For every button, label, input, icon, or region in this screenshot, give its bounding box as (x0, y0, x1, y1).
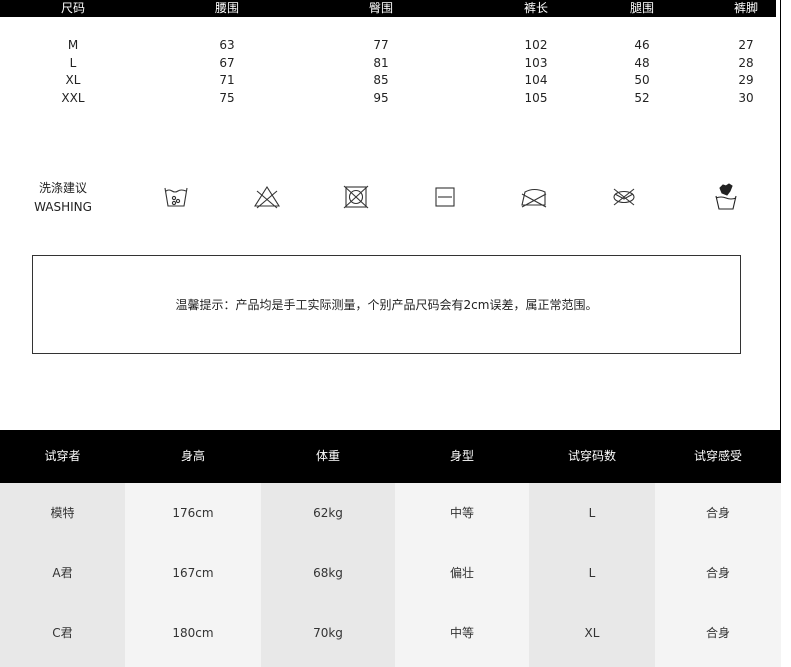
fitting-header-tester: 试穿者 (44, 449, 81, 463)
size-cell: 48 (634, 56, 650, 70)
fitting-header-height: 身高 (180, 449, 205, 463)
size-cell: 50 (634, 73, 650, 87)
size-row: M 63 77 102 46 27 (0, 37, 776, 54)
size-header-size: 尺码 (60, 1, 85, 15)
fitting-column-height: 176cm 167cm 180cm (125, 483, 261, 667)
fitting-cell: 中等 (449, 506, 474, 520)
fitting-cell: 模特 (50, 506, 75, 520)
fitting-header-fit-feeling: 试穿感受 (693, 449, 742, 463)
size-cell: 75 (219, 91, 235, 105)
do-not-dry-clean-icon (609, 183, 639, 211)
size-cell: 46 (634, 38, 650, 52)
size-header-thigh: 腿围 (629, 1, 654, 15)
dry-flat-icon (430, 183, 460, 211)
fitting-cell: 合身 (705, 566, 730, 580)
fitting-column-fit-feeling: 合身 合身 合身 (655, 483, 781, 667)
size-cell: 63 (219, 38, 235, 52)
fitting-cell: 合身 (705, 506, 730, 520)
size-cell: 28 (738, 56, 754, 70)
size-cell: 85 (373, 73, 389, 87)
fitting-header-weight: 体重 (315, 449, 340, 463)
fitting-cell: L (588, 506, 596, 520)
size-cell: XL (65, 73, 81, 87)
fitting-cell: 167cm (172, 566, 214, 580)
fitting-header-body-type: 身型 (449, 449, 474, 463)
size-row: XL 71 85 104 50 29 (0, 72, 776, 89)
fitting-cell: 62kg (313, 506, 343, 520)
fitting-cell: 68kg (313, 566, 343, 580)
size-row: XXL 75 95 105 52 30 (0, 90, 776, 107)
fitting-header-size-tried: 试穿码数 (567, 449, 616, 463)
hand-wash-icon (161, 183, 191, 211)
size-cell: 104 (524, 73, 548, 87)
size-cell: 77 (373, 38, 389, 52)
fitting-cell: A君 (52, 566, 73, 580)
fitting-column-tester: 模特 A君 C君 (0, 483, 125, 667)
size-cell: 67 (219, 56, 235, 70)
size-header-waist: 腰围 (214, 1, 239, 15)
size-cell: 103 (524, 56, 548, 70)
fitting-table-header: 试穿者 身高 体重 身型 试穿码数 试穿感受 (0, 430, 781, 483)
do-not-bleach-icon (252, 183, 282, 211)
size-cell: 27 (738, 38, 754, 52)
washing-label-en: WASHING (34, 200, 92, 214)
hand-wash-glove-icon (711, 183, 741, 211)
size-header-length: 裤长 (523, 1, 548, 15)
size-cell: 102 (524, 38, 548, 52)
do-not-iron-icon (519, 183, 549, 211)
size-cell: 95 (373, 91, 389, 105)
tip-text: 温馨提示：产品均是手工实际测量，个别产品尺码会有2cm误差，属正常范围。 (175, 298, 598, 312)
size-cell: 30 (738, 91, 754, 105)
fitting-cell: 180cm (172, 626, 214, 640)
fitting-cell: 合身 (705, 626, 730, 640)
size-cell: 71 (219, 73, 235, 87)
fitting-column-body-type: 中等 偏壮 中等 (395, 483, 529, 667)
size-cell: 29 (738, 73, 754, 87)
fitting-cell: 偏壮 (449, 566, 474, 580)
fitting-cell: 中等 (449, 626, 474, 640)
size-cell: 52 (634, 91, 650, 105)
washing-label-cn: 洗涤建议 (38, 181, 87, 195)
fitting-cell: L (588, 566, 596, 580)
fitting-column-weight: 62kg 68kg 70kg (261, 483, 395, 667)
tip-box: 温馨提示：产品均是手工实际测量，个别产品尺码会有2cm误差，属正常范围。 (32, 255, 741, 354)
do-not-tumble-dry-icon (341, 183, 371, 211)
size-row: L 67 81 103 48 28 (0, 55, 776, 72)
size-cell: XXL (61, 91, 85, 105)
size-cell: 81 (373, 56, 389, 70)
page-right-border (780, 0, 781, 430)
fitting-column-size-tried: L L XL (529, 483, 655, 667)
fitting-cell: C君 (52, 626, 73, 640)
fitting-cell: 176cm (172, 506, 214, 520)
size-header-hip: 臀围 (368, 1, 393, 15)
size-header-hem: 裤脚 (733, 1, 758, 15)
fitting-cell: XL (584, 626, 600, 640)
size-chart-header: 尺码 腰围 臀围 裤长 腿围 裤脚 (0, 0, 776, 17)
size-cell: M (67, 38, 79, 52)
size-cell: L (69, 56, 77, 70)
fitting-cell: 70kg (313, 626, 343, 640)
size-cell: 105 (524, 91, 548, 105)
